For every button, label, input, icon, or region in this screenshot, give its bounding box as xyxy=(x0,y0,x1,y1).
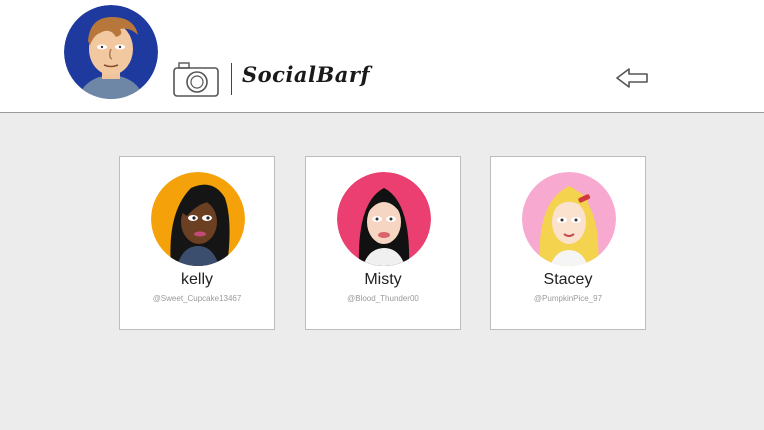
profile-handle: @Blood_Thunder00 xyxy=(347,294,419,303)
app-header: SocialBarf xyxy=(0,0,764,113)
profile-name: Misty xyxy=(364,271,402,288)
brand-divider xyxy=(231,63,232,95)
profile-card-misty[interactable]: Misty @Blood_Thunder00 xyxy=(305,156,461,330)
profile-card-kelly[interactable]: kelly @Sweet_Cupcake13467 xyxy=(119,156,275,330)
user-avatar[interactable] xyxy=(64,5,158,99)
brand-logo: SocialBarf xyxy=(242,62,370,87)
profile-handle: @PumpkinPice_97 xyxy=(533,294,603,303)
profile-name: kelly xyxy=(180,271,213,288)
profile-avatar xyxy=(522,172,616,266)
profile-name: Stacey xyxy=(543,271,593,288)
profile-avatar xyxy=(151,172,245,266)
camera-icon[interactable] xyxy=(172,60,220,98)
profile-card-stacey[interactable]: Stacey @PumpkinPice_97 xyxy=(490,156,646,330)
profile-avatar xyxy=(337,172,431,266)
profile-handle: @Sweet_Cupcake13467 xyxy=(152,294,242,303)
back-arrow-icon[interactable] xyxy=(614,66,650,90)
